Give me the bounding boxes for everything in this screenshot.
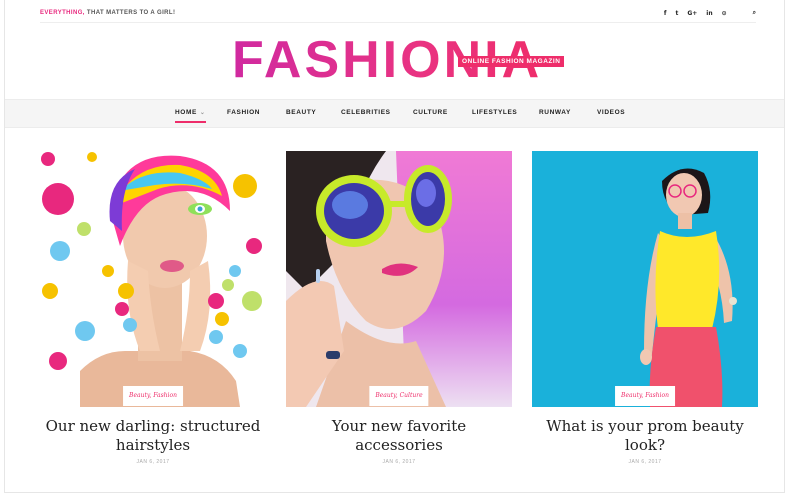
logo-badge: ONLINE FASHION MAGAZIN: [458, 56, 565, 67]
nav-item-home[interactable]: HOME ⌄: [175, 109, 206, 123]
post-illustration: [286, 151, 452, 407]
pinterest-icon[interactable]: ⊙: [722, 10, 727, 17]
tagline-accent: EVERYTHING,: [40, 10, 85, 16]
main-nav: HOME ⌄ FASHION BEAUTY CELEBRITIES CULTURE…: [5, 99, 784, 128]
top-divider: [40, 22, 756, 23]
nav-item-runway[interactable]: RUNWAY: [539, 109, 571, 116]
post-illustration: [41, 152, 262, 407]
post-category[interactable]: Beauty, Fashion: [615, 386, 675, 406]
twitter-icon[interactable]: t: [675, 10, 678, 17]
post-category[interactable]: Beauty, Fashion: [123, 386, 183, 406]
post-date: JAN 6, 2017: [628, 459, 662, 465]
tagline-rest: THAT MATTERS TO A GIRL!: [84, 10, 176, 16]
facebook-icon[interactable]: f: [664, 10, 667, 17]
post-title[interactable]: What is your prom beauty look?: [532, 417, 758, 455]
google-plus-icon[interactable]: G+: [687, 10, 697, 17]
post-image[interactable]: Beauty, Culture: [286, 151, 512, 407]
post-illustration: [640, 168, 737, 407]
post-card: Beauty, Fashion What is your prom beauty…: [532, 151, 758, 465]
social-links: f t G+ in ⊙ ⌕: [664, 9, 756, 17]
nav-item-lifestyles[interactable]: LIFESTYLES: [472, 109, 517, 116]
nav-item-videos[interactable]: VIDEOS: [597, 109, 625, 116]
nav-item-beauty[interactable]: BEAUTY: [286, 109, 316, 116]
linkedin-icon[interactable]: in: [706, 10, 712, 17]
nav-item-culture[interactable]: CULTURE: [413, 109, 448, 116]
search-icon[interactable]: ⌕: [753, 9, 756, 17]
post-image[interactable]: Beauty, Fashion: [40, 151, 266, 407]
nav-item-celebrities[interactable]: CELEBRITIES: [341, 109, 391, 116]
post-title[interactable]: Our new darling: structured hairstyles: [40, 417, 266, 455]
post-date: JAN 6, 2017: [136, 459, 170, 465]
post-title[interactable]: Your new favorite accessories: [286, 417, 512, 455]
nav-item-fashion[interactable]: FASHION: [227, 109, 260, 116]
post-card: Beauty, Fashion Our new darling: structu…: [40, 151, 266, 465]
top-bar: EVERYTHING, THAT MATTERS TO A GIRL! f t …: [40, 7, 756, 19]
site-tagline: EVERYTHING, THAT MATTERS TO A GIRL!: [40, 10, 175, 16]
post-date: JAN 6, 2017: [382, 459, 416, 465]
nav-item-label: HOME: [175, 109, 197, 116]
chevron-down-icon: ⌄: [199, 110, 206, 116]
post-card: Beauty, Culture Your new favorite access…: [286, 151, 512, 465]
post-image[interactable]: Beauty, Fashion: [532, 151, 758, 407]
post-category[interactable]: Beauty, Culture: [369, 386, 429, 406]
